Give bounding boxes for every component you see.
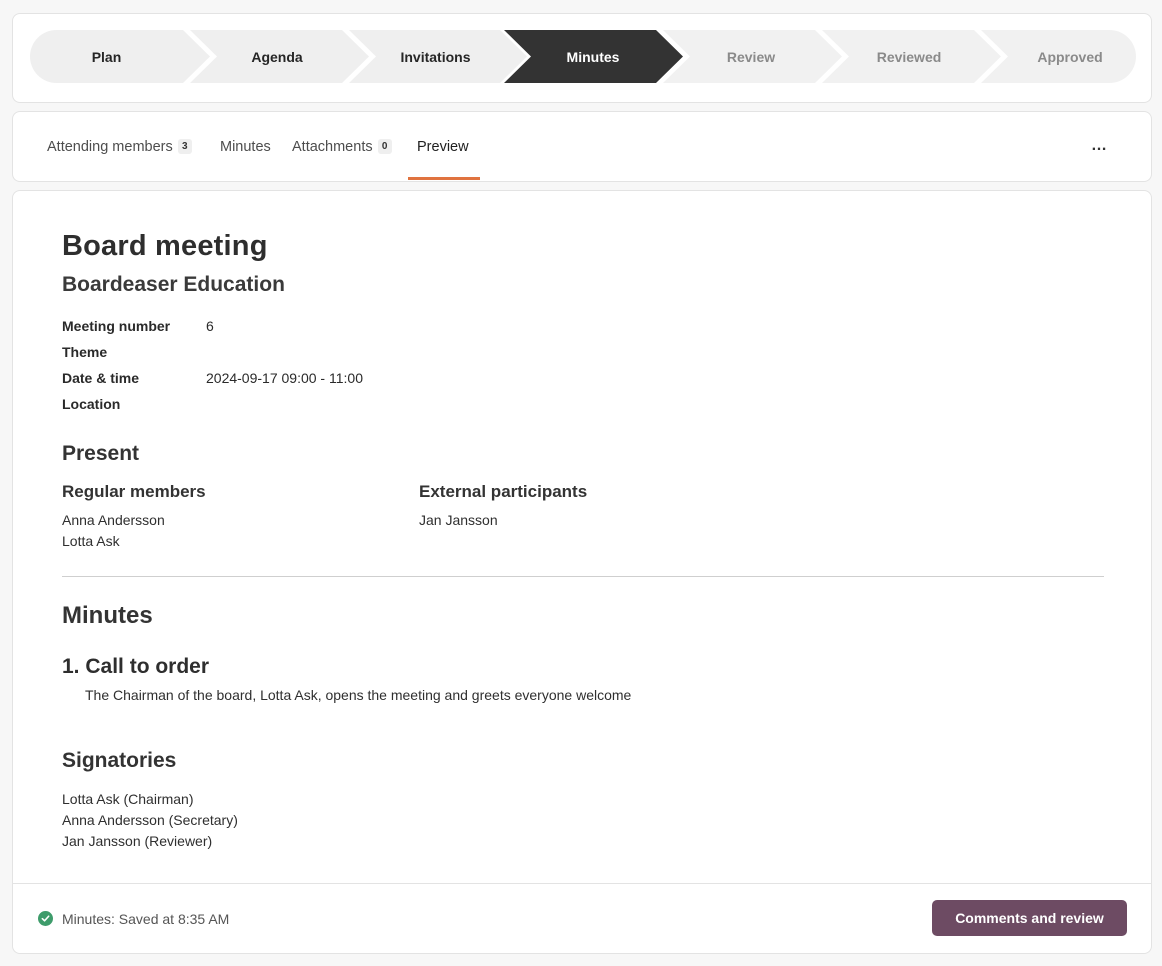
signatory-item: Anna Andersson (Secretary) (62, 812, 238, 828)
tab-label: Attending members (47, 138, 173, 155)
external-participants-heading: External participants (419, 482, 588, 501)
present-heading: Present (62, 442, 140, 465)
meta-row-location: Location (62, 396, 562, 422)
step-reviewed[interactable]: Reviewed (833, 30, 985, 83)
workflow-stepper: Plan Agenda Invitations Minutes Review R… (30, 30, 1136, 83)
step-label: Approved (1037, 48, 1103, 65)
workflow-stepper-card: Plan Agenda Invitations Minutes Review R… (12, 13, 1152, 103)
save-status: Minutes: Saved at 8:35 AM (38, 884, 229, 953)
agenda-item-body: The Chairman of the board, Lotta Ask, op… (85, 687, 632, 703)
step-label: Minutes (566, 48, 620, 65)
tab-minutes[interactable]: Minutes (220, 112, 271, 181)
step-plan[interactable]: Plan (30, 30, 183, 83)
step-label: Agenda (251, 48, 303, 65)
meta-label: Location (62, 396, 121, 412)
step-label: Invitations (400, 48, 471, 65)
signatory-item: Lotta Ask (Chairman) (62, 791, 194, 807)
tab-label: Attachments (292, 138, 373, 155)
count-badge: 0 (377, 139, 392, 154)
meta-label: Date & time (62, 370, 140, 386)
signatories-heading: Signatories (62, 749, 177, 772)
meta-value: 6 (206, 318, 214, 334)
regular-members-heading: Regular members (62, 482, 206, 501)
step-agenda[interactable]: Agenda (200, 30, 354, 83)
comments-and-review-button[interactable]: Comments and review (932, 900, 1127, 936)
step-label: Review (726, 48, 776, 65)
tab-attending-members[interactable]: Attending members 3 (47, 112, 192, 181)
section-divider (62, 576, 1104, 577)
meta-value: 2024-09-17 09:00 - 11:00 (206, 370, 363, 386)
step-approved[interactable]: Approved (993, 30, 1136, 83)
meta-row-date-time: Date & time 2024-09-17 09:00 - 11:00 (62, 370, 562, 396)
count-badge: 3 (177, 139, 192, 154)
active-tab-indicator (408, 177, 480, 180)
agenda-item-title: 1. Call to order (62, 655, 210, 678)
step-label: Reviewed (876, 48, 942, 65)
tab-bar-card: Attending members 3 Minutes Attachments … (12, 111, 1152, 182)
step-label: Plan (91, 48, 122, 65)
tab-label: Preview (417, 138, 469, 155)
save-status-text: Minutes: Saved at 8:35 AM (62, 910, 230, 927)
meta-row-theme: Theme (62, 344, 562, 370)
meta-label: Theme (62, 344, 108, 360)
meeting-details: Meeting number 6 Theme Date & time 2024-… (62, 318, 562, 422)
check-circle-icon (38, 911, 53, 926)
regular-member-item: Anna Andersson (62, 512, 165, 528)
organization-name: Boardeaser Education (62, 273, 285, 296)
tab-attachments[interactable]: Attachments 0 (292, 112, 392, 181)
tab-label: Minutes (220, 138, 271, 155)
meeting-title: Board meeting (62, 230, 268, 262)
tab-preview[interactable]: Preview (417, 112, 469, 181)
regular-member-item: Lotta Ask (62, 533, 120, 549)
meta-label: Meeting number (62, 318, 171, 334)
footer-bar: Minutes: Saved at 8:35 AM Comments and r… (13, 883, 1151, 953)
step-invitations[interactable]: Invitations (359, 30, 512, 83)
step-review[interactable]: Review (675, 30, 827, 83)
signatory-item: Jan Jansson (Reviewer) (62, 833, 213, 849)
meta-row-meeting-number: Meeting number 6 (62, 318, 562, 344)
external-participant-item: Jan Jansson (419, 512, 498, 528)
more-options-icon[interactable]: … (1087, 134, 1111, 158)
minutes-heading: Minutes (62, 602, 153, 629)
minutes-preview-card: Board meeting Boardeaser Education Meeti… (12, 190, 1152, 954)
step-minutes[interactable]: Minutes (517, 30, 669, 83)
